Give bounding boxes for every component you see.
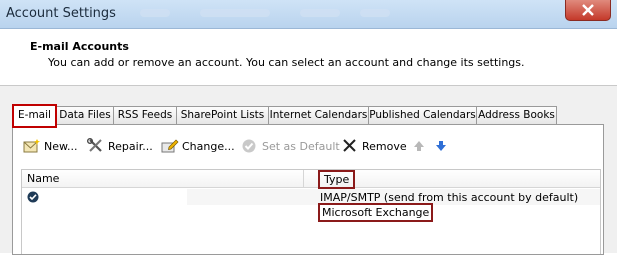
remove-label: Remove <box>362 139 407 153</box>
tab-email[interactable]: E-mail <box>12 104 57 128</box>
blurred-title-text <box>200 9 270 17</box>
tab-label: Address Books <box>478 109 555 121</box>
set-as-default-label: Set as Default <box>262 139 340 153</box>
header-subtitle: You can add or remove an account. You ca… <box>48 56 525 69</box>
account-type: Microsoft Exchange <box>318 203 434 222</box>
repair-tools-icon <box>87 138 102 152</box>
tab-data-files[interactable]: Data Files <box>56 106 114 124</box>
tab-rss-feeds[interactable]: RSS Feeds <box>113 106 177 124</box>
account-row[interactable]: IMAP/SMTP (send from this account by def… <box>22 188 600 206</box>
repair-label: Repair... <box>108 139 153 153</box>
dialog-header: E-mail Accounts You can add or remove an… <box>0 29 617 86</box>
blurred-title-text <box>360 9 390 17</box>
tab-label: E-mail <box>18 109 51 121</box>
header-title: E-mail Accounts <box>30 40 129 53</box>
tab-label: Published Calendars <box>369 109 476 121</box>
set-as-default-button[interactable]: Set as Default <box>241 135 340 157</box>
remove-button[interactable]: Remove <box>341 135 407 157</box>
blurred-title-text <box>300 9 340 17</box>
column-header-name[interactable]: Name <box>27 172 59 185</box>
move-up-button[interactable] <box>411 135 432 157</box>
move-down-button[interactable] <box>433 135 454 157</box>
column-divider[interactable] <box>303 170 304 187</box>
account-toolbar: New... Repair... Change... Set as Defaul… <box>13 135 603 157</box>
title-bar: Account Settings <box>0 0 617 29</box>
default-check-icon <box>242 139 256 153</box>
close-icon <box>582 4 594 16</box>
new-account-button[interactable]: New... <box>23 135 77 157</box>
repair-button[interactable]: Repair... <box>87 135 153 157</box>
remove-x-icon <box>343 139 356 152</box>
close-button[interactable] <box>565 0 611 21</box>
tab-label: Internet Calendars <box>269 109 368 121</box>
tab-label: RSS Feeds <box>117 109 173 121</box>
list-header: Name Type <box>22 170 600 189</box>
tab-internet-calendars[interactable]: Internet Calendars <box>268 106 369 124</box>
default-account-check-icon <box>27 191 39 203</box>
new-label: New... <box>44 139 78 153</box>
column-header-type[interactable]: Type <box>318 170 356 189</box>
email-tab-panel: New... Repair... Change... Set as Defaul… <box>12 124 604 255</box>
change-label: Change... <box>182 139 235 153</box>
arrow-up-icon <box>414 141 424 151</box>
change-button[interactable]: Change... <box>161 135 235 157</box>
arrow-down-icon <box>436 141 446 151</box>
window-title: Account Settings <box>6 6 116 21</box>
blurred-title-text <box>140 9 170 17</box>
accounts-list: Name Type IMAP/SMTP (send from this acco… <box>21 169 601 254</box>
tab-label: Data Files <box>59 109 111 121</box>
tab-published-calendars[interactable]: Published Calendars <box>368 106 477 124</box>
new-mail-icon <box>23 139 40 153</box>
change-account-icon <box>161 139 179 153</box>
tab-sharepoint-lists[interactable]: SharePoint Lists <box>176 106 269 124</box>
dialog-content: E-mail Data Files RSS Feeds SharePoint L… <box>0 86 617 255</box>
tab-label: SharePoint Lists <box>180 109 265 121</box>
tab-address-books[interactable]: Address Books <box>476 106 557 124</box>
